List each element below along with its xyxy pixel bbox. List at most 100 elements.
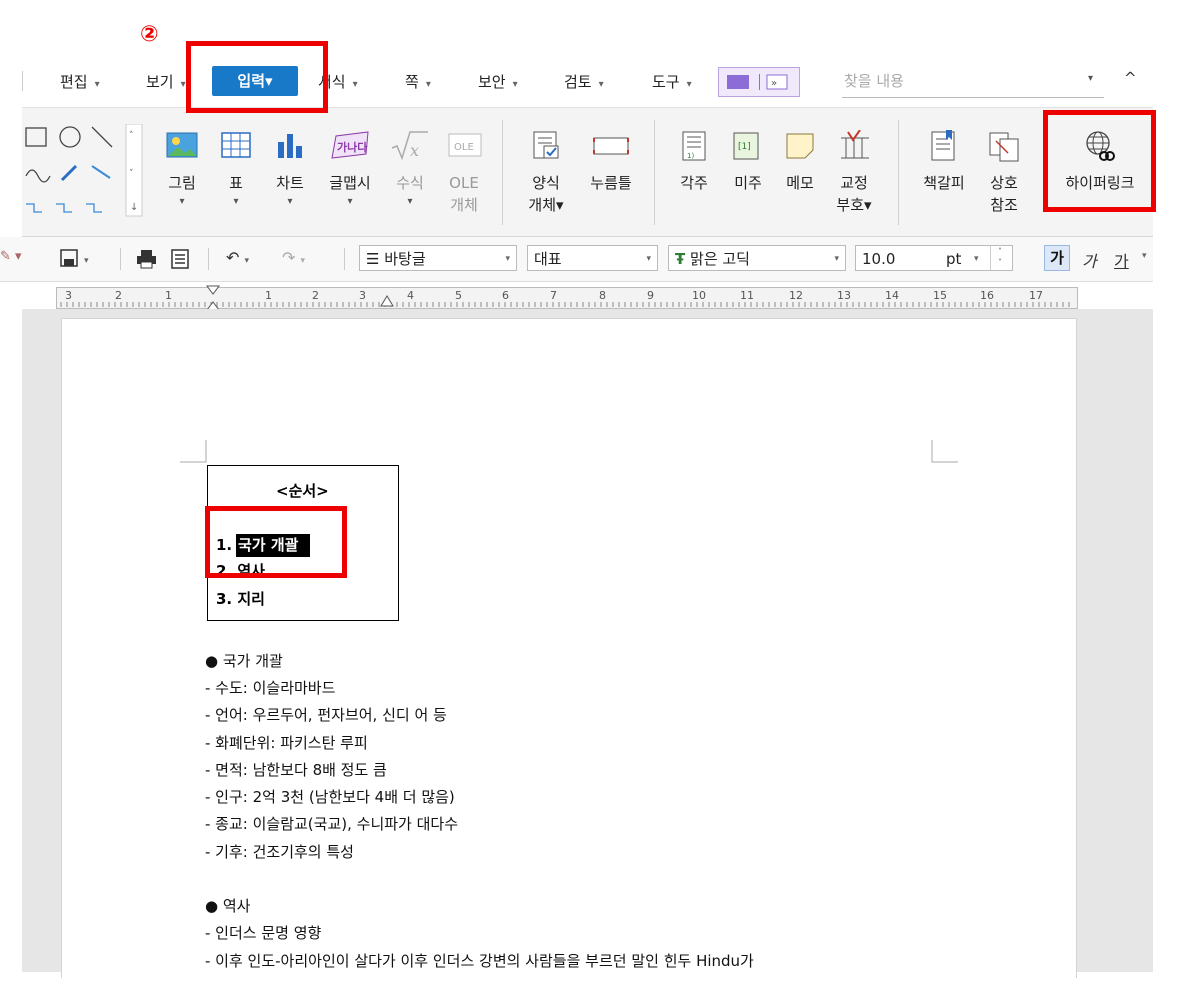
insert-field-button[interactable]: 누름틀 — [584, 130, 638, 194]
highlight-input-menu — [186, 41, 328, 113]
search-box[interactable] — [842, 65, 1104, 98]
ruler-tick-label: 17 — [1029, 289, 1043, 302]
body-line: - 화폐단위: 파키스탄 루피 — [205, 734, 368, 752]
bold-button[interactable]: 가 — [1044, 245, 1070, 271]
font-select[interactable]: Ŧ 맑은 고딕 ▾ — [668, 245, 846, 271]
toolbar-divider — [344, 248, 345, 270]
search-dropdown-icon[interactable]: ▾ — [1088, 73, 1093, 84]
tab-marker-icon[interactable] — [379, 294, 395, 308]
underline-button[interactable]: 가 — [1114, 248, 1129, 272]
toolbar-overflow-icon[interactable]: ✎ ▾ — [0, 249, 22, 264]
search-input[interactable] — [842, 65, 1046, 97]
language-select[interactable]: 대표 ▾ — [527, 245, 658, 271]
svg-text:˅: ˅ — [129, 169, 134, 179]
endnote-label: 미주 — [734, 174, 762, 192]
memo-label: 메모 — [786, 174, 814, 192]
proofreading-label: 교정 — [840, 174, 868, 192]
ruler-tick-label: 11 — [740, 289, 754, 302]
undo-icon[interactable]: ↶ ▾ — [226, 248, 249, 267]
insert-wordart-button[interactable]: 가나다 글맵시 ▾ — [324, 130, 376, 210]
shapes-gallery[interactable]: ˄ ˅ ↓ — [22, 124, 146, 220]
ruler-tick-label: 1 — [165, 289, 172, 302]
ruler-tick-label: 6 — [502, 289, 509, 302]
proofreading-icon — [837, 129, 871, 162]
ruler-tick-label: 15 — [933, 289, 947, 302]
font-size-stepper[interactable]: ˄ ˅ — [990, 246, 1009, 270]
insert-equation-button[interactable]: x 수식 ▾ — [388, 130, 432, 210]
proofreading-label-2: 부호▾ — [836, 196, 872, 214]
redo-icon[interactable]: ↷ ▾ — [282, 248, 305, 267]
ruler-tick-label: 13 — [837, 289, 851, 302]
body-line: - 언어: 우르두어, 펀자브어, 신디 어 등 — [205, 706, 447, 724]
wordart-icon: 가나다 — [331, 130, 369, 162]
ruler-tick-label: 5 — [455, 289, 462, 302]
insert-picture-button[interactable]: 그림 ▾ — [162, 130, 202, 210]
equation-caret: ▾ — [407, 196, 413, 207]
toolbar-divider — [120, 248, 121, 270]
proofreading-marks-button[interactable]: 교정 부호▾ — [834, 129, 874, 216]
endnote-button[interactable]: [1] 미주 — [728, 130, 768, 194]
table-icon — [219, 130, 253, 162]
body-line: - 수도: 이슬라마바드 — [205, 679, 336, 697]
menu-view[interactable]: 보기 ▾ — [146, 71, 186, 92]
svg-text:가나다: 가나다 — [337, 140, 368, 154]
body-line: - 이후 인도-아리아인이 살다가 이후 인더스 강변의 사람들을 부르던 말인… — [205, 952, 754, 970]
toc-item-3[interactable]: 3. 지리 — [216, 588, 265, 609]
body-line: - 면적: 남한보다 8배 정도 큼 — [205, 761, 387, 779]
equation-icon: x — [391, 130, 428, 162]
svg-text:↓: ↓ — [130, 202, 138, 213]
menu-security[interactable]: 보안 ▾ — [478, 71, 518, 92]
body-line: ● 국가 개괄 — [205, 652, 283, 670]
footnote-button[interactable]: 1) 각주 — [674, 130, 714, 194]
svg-text:»: » — [771, 78, 777, 89]
ribbon: ˄ ˅ ↓ 그림 ▾ 표 ▾ 차트 ▾ 가나다 글맵시 ▾ x 수식 ▾ OLE… — [22, 107, 1153, 237]
bookmark-button[interactable]: 책갈피 — [918, 130, 970, 194]
menu-edit[interactable]: 편집 ▾ — [60, 71, 100, 92]
print-preview-icon[interactable] — [170, 249, 192, 269]
ruler-tick-label: 10 — [692, 289, 706, 302]
document-page[interactable] — [61, 318, 1077, 978]
insert-chart-button[interactable]: 차트 ▾ — [270, 130, 310, 210]
print-icon[interactable] — [136, 249, 158, 269]
chart-label: 차트 — [276, 174, 304, 192]
paragraph-style-value: 바탕글 — [384, 250, 426, 268]
menu-review[interactable]: 검토 ▾ — [564, 71, 604, 92]
format-toolbar: ✎ ▾ ▾ ↶ ▾ ↷ ▾ ☰ 바탕글 ▾ 대표 ▾ Ŧ 맑은 고딕 ▾ 10.0 pt… — [0, 237, 1153, 282]
collapse-ribbon-icon[interactable]: ^ — [1124, 69, 1137, 87]
ruler-tick-label: 8 — [599, 289, 606, 302]
font-value: 맑은 고딕 — [690, 250, 750, 268]
toolbar-divider — [208, 248, 209, 270]
ribbon-divider — [654, 120, 655, 225]
insert-table-button[interactable]: 표 ▾ — [216, 130, 256, 210]
chart-icon — [273, 130, 307, 162]
equation-label: 수식 — [396, 174, 424, 192]
field-icon — [593, 130, 629, 162]
picture-caret: ▾ — [179, 196, 185, 207]
paragraph-style-select[interactable]: ☰ 바탕글 ▾ — [359, 245, 517, 271]
body-line: ● 역사 — [205, 897, 251, 915]
quick-toolbar-icon: » — [727, 74, 788, 90]
body-line: - 기후: 건조기후의 특성 — [205, 843, 354, 861]
underline-dropdown-icon[interactable]: ▾ — [1142, 251, 1147, 261]
cross-reference-label-2: 참조 — [990, 196, 1018, 214]
italic-button[interactable]: 가 — [1082, 248, 1097, 272]
step-2-badge: ② — [140, 22, 159, 47]
ribbon-divider — [502, 120, 503, 225]
ole-icon: OLE — [447, 130, 482, 162]
menu-page[interactable]: 쪽 ▾ — [405, 71, 431, 92]
menu-tools[interactable]: 도구 ▾ — [652, 71, 692, 92]
insert-ole-button[interactable]: OLE OLE 개체 — [442, 130, 486, 216]
insert-form-object-button[interactable]: 양식 개체▾ — [522, 130, 570, 216]
font-size-select[interactable]: 10.0 pt ▾ ˄ ˅ — [855, 245, 1013, 271]
ole-label-2: 개체 — [450, 196, 478, 214]
svg-text:1): 1) — [687, 152, 694, 160]
quick-toolbar[interactable]: » — [718, 67, 800, 97]
memo-icon — [783, 130, 817, 162]
highlight-toc-item — [205, 506, 347, 578]
memo-button[interactable]: 메모 — [780, 130, 820, 194]
horizontal-ruler[interactable]: 3 2 1 1 2 3 4 5 6 7 8 9 10 11 12 13 14 15 16 17 — [56, 285, 1078, 311]
ruler-tick-label: 3 — [65, 289, 72, 302]
ruler-tick-label: 16 — [980, 289, 994, 302]
cross-reference-button[interactable]: 상호 참조 — [984, 130, 1024, 216]
save-icon[interactable]: ▾ — [60, 249, 100, 269]
